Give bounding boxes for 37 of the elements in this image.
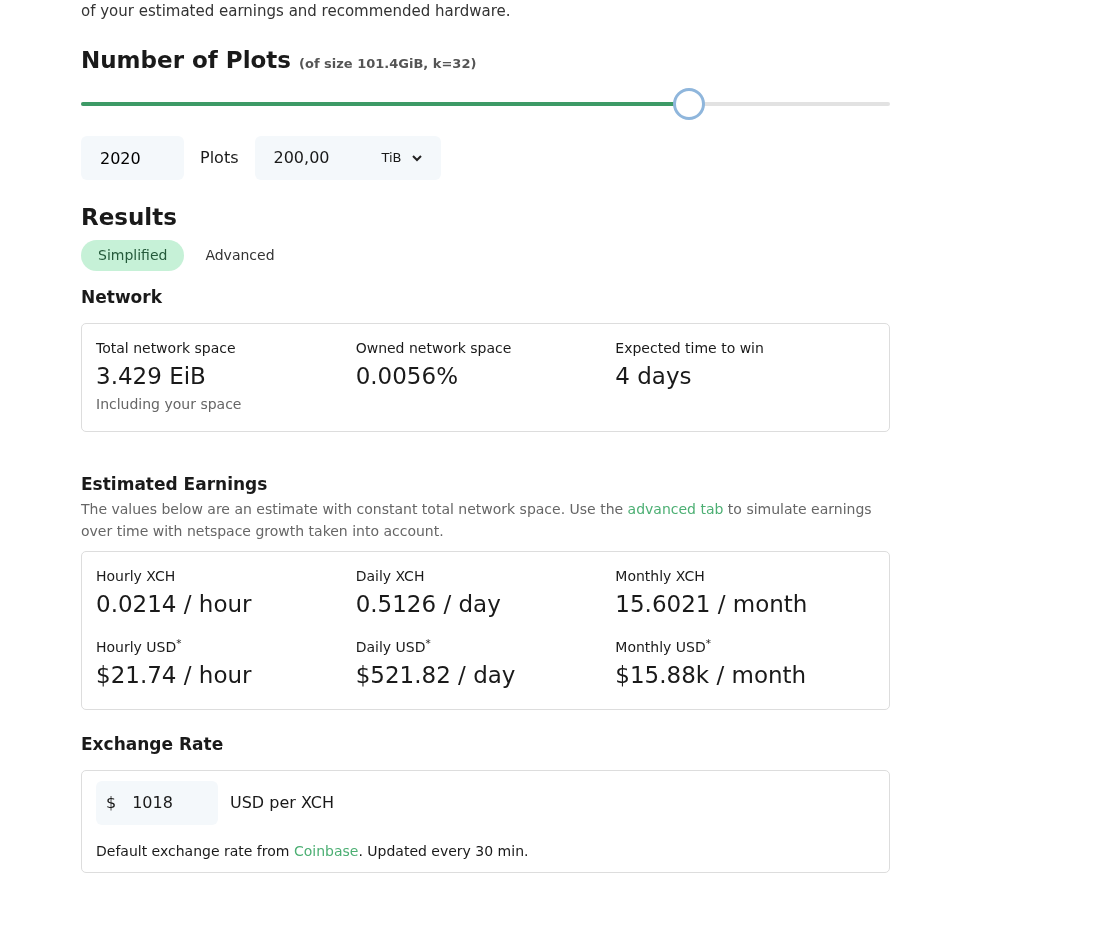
results-tab[interactable]: Simplified <box>81 239 185 271</box>
stat-label: Total network space <box>96 339 237 359</box>
stat-label: Hourly USD$^{*}$ <box>96 637 183 658</box>
stat-label: Owned network space <box>355 339 513 359</box>
stat-value: 15.6021 / month <box>615 589 809 619</box>
plot-size-note: (of size 101.4GiB, k=32) <box>299 54 477 73</box>
section-title: Number of Plots <box>81 46 292 75</box>
rate-unit-label: USD per XCH <box>230 792 334 815</box>
intro-text: of your estimated earnings and recommended hardware. <box>81 1 512 22</box>
slider-thumb[interactable] <box>672 88 705 121</box>
stat-label: Monthly XCH <box>615 566 706 586</box>
results-tab[interactable]: Advanced <box>188 239 292 271</box>
plot-count-field[interactable]: 2020 <box>81 136 184 181</box>
stat-label: Expected time to win <box>615 339 765 359</box>
stat-label: Hourly XCH <box>96 566 177 586</box>
rate-field[interactable]: $ 1018 <box>96 781 218 826</box>
chevron-down-icon <box>411 154 422 162</box>
section-title: Results <box>81 204 178 232</box>
stat-value: 0.5126 / day <box>355 589 502 619</box>
stat-label: Monthly USD$^{*}$ <box>615 637 712 658</box>
section-title: Estimated Earnings <box>81 473 269 494</box>
stat-value: 0.0056% <box>355 362 459 392</box>
stat-value: 0.0214 / hour <box>96 589 253 619</box>
stat-value: $21.74 / hour <box>96 661 253 691</box>
stat-label: Daily USD$^{*}$ <box>355 637 432 658</box>
stat-label: Daily XCH <box>355 566 426 586</box>
stat-value: 3.429 EiB <box>96 362 207 392</box>
section-title: Exchange Rate <box>81 733 225 755</box>
stat-value: $15.88k / month <box>615 661 808 691</box>
plots-label: Plots <box>199 147 240 170</box>
size-field[interactable]: 200,00 TiB <box>254 136 441 181</box>
stat-value: $521.82 / day <box>355 661 517 691</box>
section-title: Network <box>81 286 163 308</box>
stat-note: Including your space <box>96 394 243 414</box>
exchange-note: Default exchange rate from Coinbase. Updated every 30 min. <box>96 842 530 862</box>
stat-value: 4 days <box>615 362 693 392</box>
description-text: The values below are an estimate with constant total network space. Use the advanced tab to simulate earnings over time with netspace growth taken into account. <box>81 499 873 542</box>
